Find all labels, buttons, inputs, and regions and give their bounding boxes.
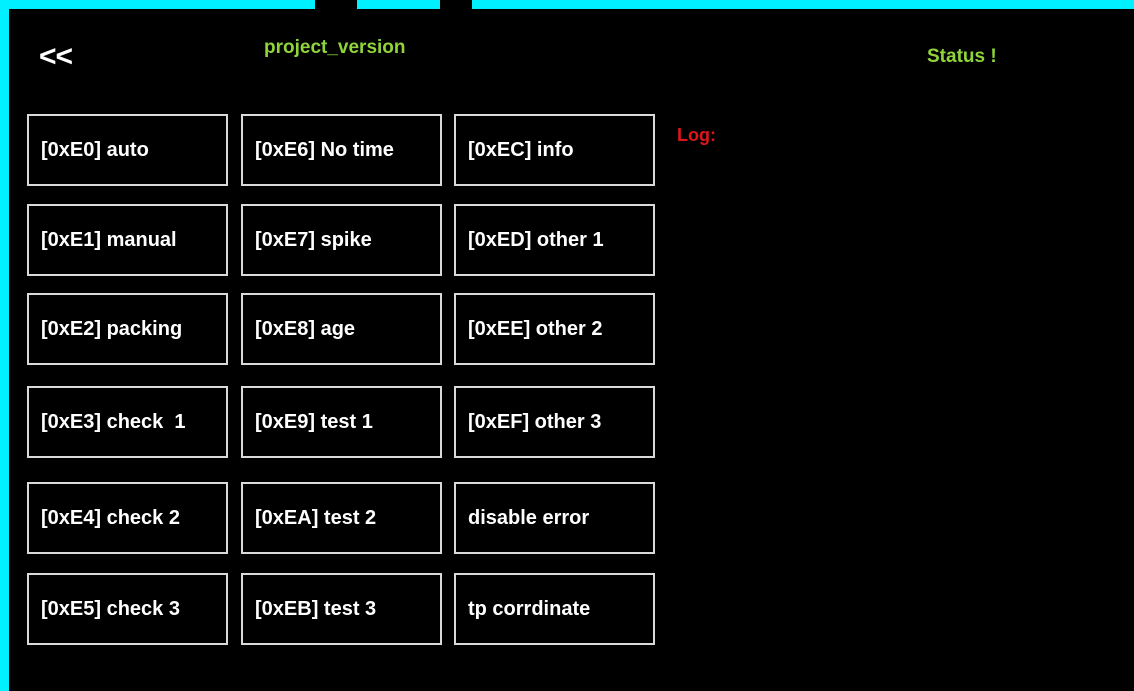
frame-top-notch-right xyxy=(440,0,472,9)
log-label: Log: xyxy=(677,125,716,145)
cmd-button-0xe6-no-time[interactable]: [0xE6] No time xyxy=(241,114,442,186)
cmd-button-0xea-test-2[interactable]: [0xEA] test 2 xyxy=(241,482,442,554)
cmd-button-0xe8-age[interactable]: [0xE8] age xyxy=(241,293,442,365)
cmd-button-0xe9-test-1[interactable]: [0xE9] test 1 xyxy=(241,386,442,458)
cmd-button-0xef-other-3[interactable]: [0xEF] other 3 xyxy=(454,386,655,458)
cmd-button-0xe2-packing[interactable]: [0xE2] packing xyxy=(27,293,228,365)
device-screen: << project_version Status ! Log: [0xE0] … xyxy=(9,9,1134,691)
cmd-button-0xec-info[interactable]: [0xEC] info xyxy=(454,114,655,186)
cmd-button-0xe5-check-3[interactable]: [0xE5] check 3 xyxy=(27,573,228,645)
cmd-button-tp-corrdinate[interactable]: tp corrdinate xyxy=(454,573,655,645)
cmd-button-0xee-other-2[interactable]: [0xEE] other 2 xyxy=(454,293,655,365)
status-label: Status ! xyxy=(927,46,997,67)
frame-top-notch-left xyxy=(315,0,357,9)
back-button[interactable]: << xyxy=(39,39,89,75)
cmd-button-0xe4-check-2[interactable]: [0xE4] check 2 xyxy=(27,482,228,554)
command-grid: [0xE0] auto [0xE6] No time [0xEC] info [… xyxy=(27,114,657,654)
cmd-button-0xe3-check-1[interactable]: [0xE3] check 1 xyxy=(27,386,228,458)
log-area xyxy=(677,151,1117,671)
project-version-label: project_version xyxy=(264,37,406,58)
cmd-button-0xe7-spike[interactable]: [0xE7] spike xyxy=(241,204,442,276)
cmd-button-0xed-other-1[interactable]: [0xED] other 1 xyxy=(454,204,655,276)
cmd-button-0xe1-manual[interactable]: [0xE1] manual xyxy=(27,204,228,276)
cmd-button-disable-error[interactable]: disable error xyxy=(454,482,655,554)
cmd-button-0xe0-auto[interactable]: [0xE0] auto xyxy=(27,114,228,186)
cmd-button-0xeb-test-3[interactable]: [0xEB] test 3 xyxy=(241,573,442,645)
